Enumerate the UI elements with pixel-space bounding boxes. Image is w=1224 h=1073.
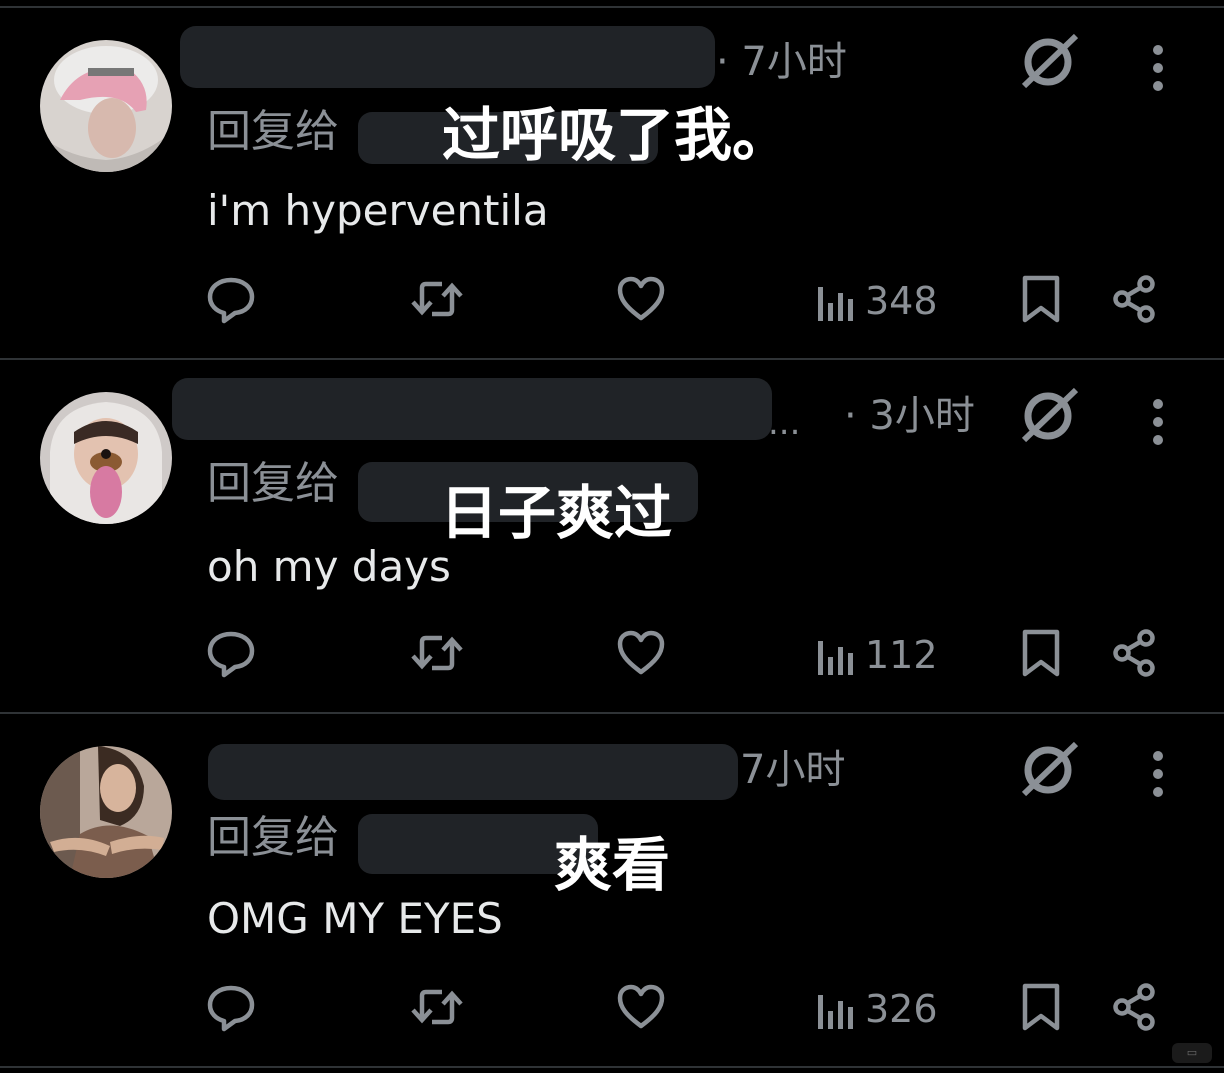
- views-count: 326: [865, 987, 938, 1031]
- watermark-logo: ▭: [1172, 1043, 1212, 1063]
- views-icon: [818, 287, 853, 321]
- post-text: i'm hyperventila: [207, 186, 549, 235]
- views-icon: [818, 641, 853, 675]
- share-button[interactable]: [1110, 982, 1158, 1032]
- bookmark-icon: [1022, 983, 1060, 1031]
- views-button[interactable]: 326: [815, 984, 938, 1034]
- views-button[interactable]: 112: [815, 630, 938, 680]
- post-time: · 7小时: [716, 39, 847, 85]
- like-icon: [617, 984, 665, 1029]
- bookmark-button[interactable]: [1020, 274, 1062, 324]
- bookmark-icon: [1022, 629, 1060, 677]
- share-button[interactable]: [1110, 274, 1158, 324]
- post-ellipsis: ...: [768, 403, 801, 443]
- more-vertical-icon[interactable]: [1150, 750, 1166, 798]
- post-time: · 3小时: [844, 393, 975, 439]
- reply-icon: [207, 631, 255, 678]
- post[interactable]: · 7小时 回复给 过呼吸了我。 i'm hyperventila 348: [0, 8, 1224, 360]
- reply-to-label: 回复给: [207, 106, 339, 157]
- username-redacted: [172, 378, 772, 440]
- username-redacted: [208, 744, 738, 800]
- like-button[interactable]: [616, 274, 666, 324]
- retweet-button[interactable]: [410, 274, 464, 324]
- share-button[interactable]: [1110, 628, 1158, 678]
- reply-to-label: 回复给: [207, 812, 339, 863]
- reply-to-label: 回复给: [207, 458, 339, 509]
- share-icon: [1113, 629, 1155, 677]
- views-icon: [818, 995, 853, 1029]
- like-button[interactable]: [616, 982, 666, 1032]
- like-icon: [617, 630, 665, 675]
- bookmark-button[interactable]: [1020, 982, 1062, 1032]
- post-text: oh my days: [207, 542, 451, 591]
- post[interactable]: ... · 3小时 回复给 日子爽过 oh my days 112: [0, 360, 1224, 714]
- views-count: 112: [865, 633, 938, 677]
- grok-icon[interactable]: [1020, 384, 1080, 444]
- reply-button[interactable]: [206, 628, 256, 678]
- reply-button[interactable]: [206, 274, 256, 324]
- reply-icon: [207, 277, 255, 324]
- retweet-icon: [411, 635, 463, 671]
- retweet-icon: [411, 989, 463, 1025]
- grok-icon[interactable]: [1020, 738, 1080, 798]
- overlay-caption: 日子爽过: [440, 479, 673, 547]
- bookmark-icon: [1022, 275, 1060, 323]
- top-divider: [0, 0, 1224, 8]
- like-icon: [617, 276, 665, 321]
- post-text: OMG MY EYES: [207, 894, 503, 943]
- post-time: 7小时: [740, 747, 846, 793]
- avatar[interactable]: [40, 40, 172, 172]
- reply-button[interactable]: [206, 982, 256, 1032]
- username-redacted: [180, 26, 715, 88]
- more-vertical-icon[interactable]: [1150, 44, 1166, 92]
- retweet-button[interactable]: [410, 982, 464, 1032]
- bookmark-button[interactable]: [1020, 628, 1062, 678]
- overlay-caption: 过呼吸了我。: [442, 101, 791, 169]
- retweet-button[interactable]: [410, 628, 464, 678]
- share-icon: [1113, 983, 1155, 1031]
- overlay-caption: 爽看: [554, 831, 671, 899]
- views-button[interactable]: 348: [815, 276, 938, 326]
- like-button[interactable]: [616, 628, 666, 678]
- avatar[interactable]: [40, 392, 172, 524]
- retweet-icon: [411, 281, 463, 317]
- views-count: 348: [865, 279, 938, 323]
- share-icon: [1113, 275, 1155, 323]
- reply-icon: [207, 985, 255, 1032]
- grok-icon[interactable]: [1020, 30, 1080, 90]
- more-vertical-icon[interactable]: [1150, 398, 1166, 446]
- post[interactable]: 7小时 回复给 爽看 OMG MY EYES 326: [0, 714, 1224, 1068]
- avatar[interactable]: [40, 746, 172, 878]
